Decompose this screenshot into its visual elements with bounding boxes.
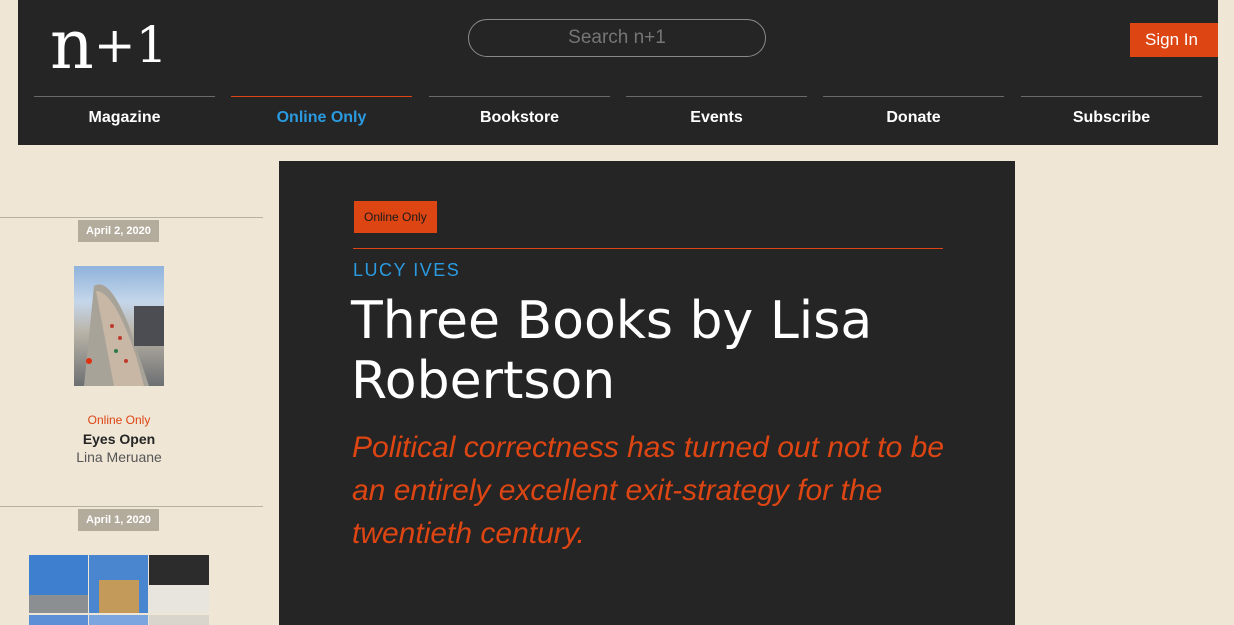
article-sidebar: April 2, 2020 Online Only Eyes Open Lina… <box>0 145 263 625</box>
photo-grid-icon <box>29 555 209 625</box>
nav-item-donate[interactable]: Donate <box>823 96 1004 145</box>
article-author[interactable]: LUCY IVES <box>353 260 460 281</box>
divider <box>0 217 263 218</box>
main-nav: Magazine Online Only Bookstore Events Do… <box>34 96 1202 145</box>
logo-plus: +1 <box>93 16 168 74</box>
nav-item-magazine[interactable]: Magazine <box>34 96 215 145</box>
search-input[interactable] <box>468 19 766 57</box>
nav-item-events[interactable]: Events <box>626 96 807 145</box>
divider <box>0 506 263 507</box>
bridge-photo-icon <box>84 284 164 386</box>
story-category[interactable]: Online Only <box>0 413 238 427</box>
sign-in-button[interactable]: Sign In <box>1130 23 1218 57</box>
category-tag[interactable]: Online Only <box>354 201 437 233</box>
article-title: Three Books by Lisa Robertson <box>351 291 873 411</box>
article-dek: Political correctness has turned out not… <box>352 431 945 550</box>
site-logo[interactable]: n+1 <box>50 6 168 85</box>
site-header: n+1 Sign In Magazine Online Only Booksto… <box>18 0 1218 145</box>
story-author[interactable]: Lina Meruane <box>0 449 238 465</box>
logo-letter: n <box>50 6 94 85</box>
date-badge: April 2, 2020 <box>78 220 159 242</box>
divider <box>353 248 943 249</box>
nav-item-online-only[interactable]: Online Only <box>231 96 412 145</box>
date-badge: April 1, 2020 <box>78 509 159 531</box>
featured-article: Online Only LUCY IVES Three Books by Lis… <box>279 161 1015 625</box>
story-title[interactable]: Eyes Open <box>0 431 238 447</box>
nav-item-bookstore[interactable]: Bookstore <box>429 96 610 145</box>
article-thumbnail[interactable] <box>74 266 164 386</box>
article-thumbnail[interactable] <box>29 555 209 625</box>
nav-item-subscribe[interactable]: Subscribe <box>1021 96 1202 145</box>
